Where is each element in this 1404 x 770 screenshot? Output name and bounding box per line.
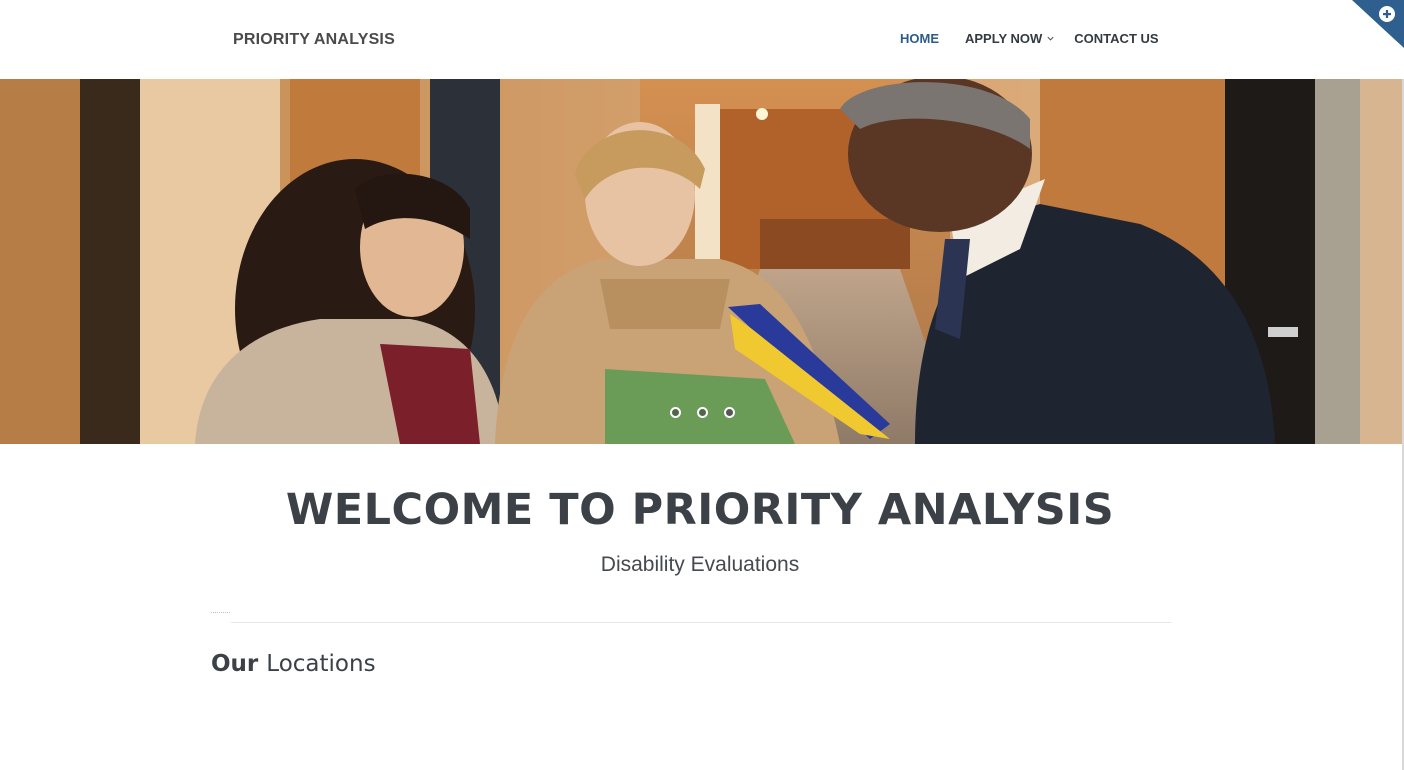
hero-slider [0, 79, 1402, 444]
site-logo[interactable]: PRIORITY ANALYSIS [233, 31, 395, 49]
nav-home-link[interactable]: HOME [900, 31, 939, 46]
main-nav: HOME APPLY NOW CONTACT US [900, 31, 1159, 46]
page: PRIORITY ANALYSIS HOME APPLY NOW CONTACT… [0, 0, 1404, 770]
slider-dot-2[interactable] [697, 407, 708, 418]
slider-pagination [670, 407, 735, 418]
slider-dot-3[interactable] [724, 407, 735, 418]
divider-dotted [211, 612, 230, 613]
nav-apply-now-label: APPLY NOW [965, 31, 1043, 46]
locations-heading-strong: Our [211, 651, 259, 677]
site-header: PRIORITY ANALYSIS HOME APPLY NOW CONTACT… [0, 0, 1404, 79]
locations-heading: Our Locations [211, 651, 376, 677]
plus-circle-icon[interactable] [1352, 0, 1404, 48]
slider-dot-1[interactable] [670, 407, 681, 418]
hero-image [0, 79, 1402, 444]
welcome-heading: WELCOME TO PRIORITY ANALYSIS [285, 485, 1115, 535]
section-divider [231, 622, 1171, 623]
nav-contact-us-link[interactable]: CONTACT US [1074, 31, 1158, 46]
nav-apply-now-link[interactable]: APPLY NOW [965, 31, 1055, 46]
welcome-subtitle: Disability Evaluations [600, 553, 800, 576]
chevron-down-icon [1047, 36, 1054, 41]
locations-heading-rest: Locations [266, 651, 376, 677]
